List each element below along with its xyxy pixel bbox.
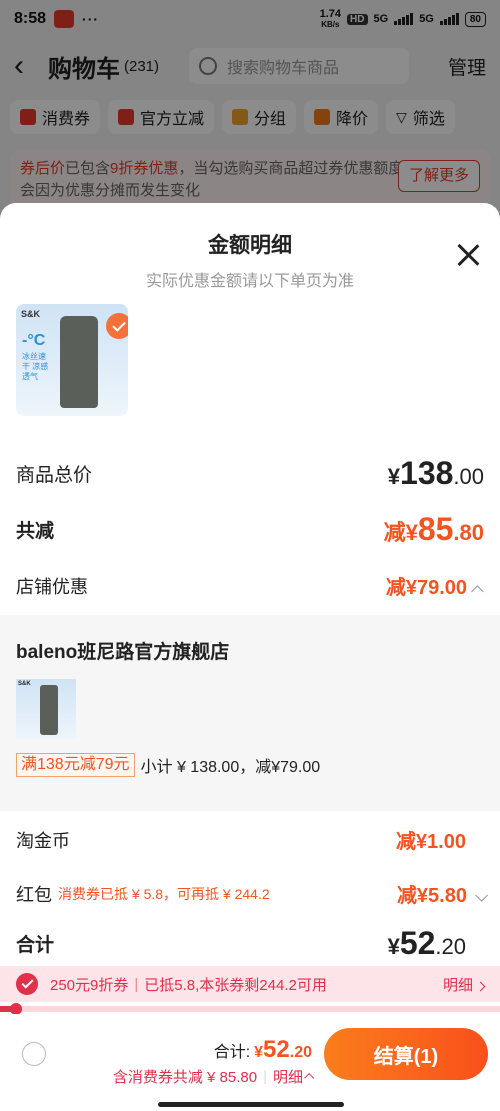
hongbao-label: 红包	[16, 884, 52, 905]
row-store-discount[interactable]: 店铺优惠 减¥79.00	[0, 571, 500, 600]
store-discount-value: 减¥79.00	[386, 571, 484, 600]
selected-check-icon	[106, 313, 128, 339]
coupon-detail-label: 明细	[442, 976, 473, 994]
row-total-reduce: 共减 减¥ 85.80	[0, 511, 500, 548]
coin-amount: 减¥1.00	[395, 831, 466, 853]
hongbao-value: 减¥5.80	[396, 879, 488, 908]
total-dec: .00	[453, 464, 484, 489]
sum-currency: ¥	[387, 934, 400, 959]
sheet-subtitle: 实际优惠金额请以下单页为准	[145, 273, 354, 290]
coupon-strip[interactable]: 250元9折券 | 已抵5.8,本张券剩244.2可用 明细	[0, 966, 500, 1002]
store-discount-label: 店铺优惠	[16, 576, 88, 597]
chevron-up-icon	[304, 1072, 315, 1083]
hongbao-amount: 减¥5.80	[396, 885, 467, 907]
mini-brand: S&K	[18, 681, 31, 687]
shop-product-thumbnail: S&K	[16, 679, 76, 739]
shop-name[interactable]: baleno班尼路官方旗舰店	[16, 637, 229, 664]
reduce-value: 减¥ 85.80	[384, 511, 484, 548]
modal-overlay[interactable]	[0, 0, 500, 230]
currency: ¥	[387, 464, 401, 489]
total-price-value: ¥138.00	[388, 455, 484, 492]
chevron-down-icon	[475, 889, 488, 902]
select-all-checkbox[interactable]	[22, 1042, 46, 1066]
hongbao-tag: 消费券已抵 ¥ 5.8，可再抵 ¥ 244.2	[58, 885, 270, 902]
shop-subtotal: 小计 ¥ 138.00，减¥79.00	[140, 759, 321, 776]
row-sum: 合计 ¥52.20	[0, 925, 500, 962]
divider: |	[263, 1068, 267, 1085]
coupon-detail-link[interactable]: 明细	[442, 974, 486, 995]
checkout-total-label: 合计:	[213, 1044, 251, 1061]
close-icon[interactable]	[456, 243, 480, 267]
row-hongbao[interactable]: 红包 消费券已抵 ¥ 5.8，可再抵 ¥ 244.2 减¥5.80	[0, 879, 500, 908]
reduce-int: 85	[417, 511, 454, 547]
promo-tag: 满138元减79元	[16, 753, 135, 777]
sheet-title: 金额明细	[208, 234, 292, 257]
sum-value: ¥52.20	[388, 925, 466, 962]
checkout-total: 合计: ¥52.20	[214, 1036, 312, 1064]
shop-promo: 满138元减79元 小计 ¥ 138.00，减¥79.00	[16, 753, 320, 777]
coupon-check-icon[interactable]	[16, 973, 38, 995]
coin-label: 淘金币	[16, 830, 70, 851]
checkout-dec: .20	[289, 1044, 312, 1061]
checkout-int: 52	[263, 1036, 290, 1063]
reduce-label: 共减	[16, 521, 55, 542]
row-total-price: 商品总价 ¥138.00	[0, 455, 500, 492]
chevron-right-icon	[475, 981, 486, 991]
chevron-up-icon	[471, 585, 484, 598]
divider: |	[134, 975, 139, 993]
checkout-bar: 合计: ¥52.20 含消费券共减 ¥ 85.80 | 明细 结算(1)	[0, 1014, 500, 1111]
checkout-button[interactable]: 结算(1)	[324, 1028, 488, 1080]
home-indicator	[158, 1102, 344, 1107]
sum-label: 合计	[16, 935, 55, 956]
reduce-prefix: 减¥	[383, 520, 418, 545]
coupon-name: 250元9折券	[50, 976, 129, 994]
row-taojinbi: 淘金币 减¥1.00	[0, 825, 500, 854]
mini-product-image	[40, 685, 58, 735]
checkout-discount-text: 含消费券共减 ¥ 85.80	[112, 1069, 258, 1086]
product-image	[60, 316, 98, 408]
shop-discount-detail: baleno班尼路官方旗舰店 S&K 满138元减79元 小计 ¥ 138.00…	[0, 615, 500, 811]
total-int: 138	[400, 455, 454, 491]
product-desc: 冰丝速干 凉感透气	[22, 352, 49, 381]
product-temp: -°C	[22, 332, 46, 349]
total-price-label: 商品总价	[16, 465, 93, 486]
reduce-dec: .80	[453, 520, 484, 545]
sum-int: 52	[399, 925, 436, 961]
checkout-detail-label: 明细	[272, 1069, 303, 1086]
coin-value: 减¥1.00	[396, 825, 466, 854]
checkout-discount-summary[interactable]: 含消费券共减 ¥ 85.80 | 明细	[112, 1066, 315, 1087]
store-discount-amount: 减¥79.00	[385, 577, 467, 599]
product-thumbnail[interactable]: S&K -°C 冰丝速干 凉感透气	[16, 304, 128, 416]
sum-dec: .20	[435, 934, 466, 959]
checkout-currency: ¥	[254, 1044, 264, 1061]
product-brand: S&K	[21, 309, 41, 319]
coupon-progress-bar	[0, 1003, 500, 1015]
coupon-info: 已抵5.8,本张券剩244.2可用	[144, 976, 327, 994]
